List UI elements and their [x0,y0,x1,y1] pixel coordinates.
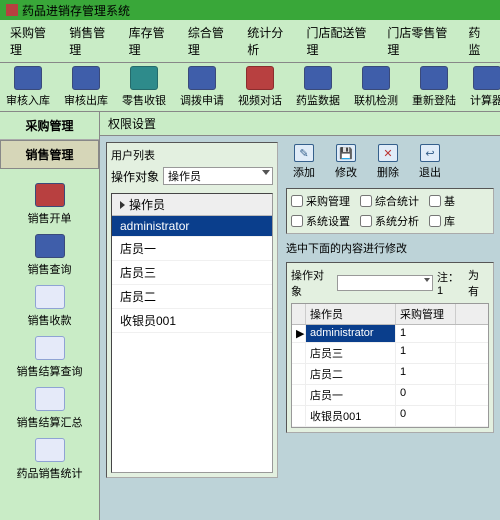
chk-stats[interactable]: 综合统计 [360,193,419,209]
grid-row[interactable]: 收银员0010 [292,406,488,427]
data-icon [304,66,332,90]
side-sales-order[interactable]: 销售开单 [4,183,95,226]
user-list-group: 用户列表 操作对象 操作员 操作员 administrator 店员一 店员三 … [106,142,278,478]
tb-online[interactable]: 联机检测 [354,66,398,108]
user-list[interactable]: 操作员 administrator 店员一 店员三 店员二 收银员001 [111,193,273,473]
menu-inventory[interactable]: 库存管理 [123,22,178,60]
chk-base[interactable]: 基 [429,193,455,209]
user-row-3[interactable]: 店员二 [112,285,272,309]
tb-video[interactable]: 视频对话 [238,66,282,108]
right-panel: ✎添加 💾修改 ✕删除 ↩退出 采购管理 综合统计 基 系统设置 系统分析 库 … [286,142,494,478]
menu-general[interactable]: 综合管理 [182,22,237,60]
menu-stats[interactable]: 统计分析 [241,22,296,60]
save-icon: 💾 [336,144,356,162]
grid-row[interactable]: ▶administrator1 [292,325,488,343]
grid-row[interactable]: 店员二1 [292,364,488,385]
user-row-1[interactable]: 店员一 [112,237,272,261]
chevron-down-icon [424,278,430,282]
panel-title: 权限设置 [100,112,500,136]
action-bar: ✎添加 💾修改 ✕删除 ↩退出 [286,142,494,182]
menu-sales[interactable]: 销售管理 [63,22,118,60]
doc-red-icon [35,183,65,207]
grid-col-operator: 操作员 [306,304,396,324]
perm-grid[interactable]: 操作员 采购管理 ▶administrator1 店员三1 店员二1 店员一0 … [291,303,489,428]
tb-calc[interactable]: 计算器 [470,66,500,108]
perm-note2-label: 注：1 [437,269,464,297]
menu-bar: 采购管理 销售管理 库存管理 综合管理 统计分析 门店配送管理 门店零售管理 药… [0,20,500,63]
row-indicator-icon [120,201,125,209]
video-icon [246,66,274,90]
title-bar: 药品进销存管理系统 [0,0,500,20]
transfer-icon [188,66,216,90]
chk-settings[interactable]: 系统设置 [291,213,350,229]
grid-row[interactable]: 店员三1 [292,343,488,364]
sidetab-sales[interactable]: 销售管理 [0,140,99,169]
main-area: 采购管理 销售管理 销售开单 销售查询 销售收款 销售结算查询 销售结算汇总 药… [0,112,500,520]
object-dropdown[interactable]: 操作员 [163,167,273,185]
menu-retail[interactable]: 门店零售管理 [381,22,458,60]
tb-audit-in[interactable]: 审核入库 [6,66,50,108]
stats-icon [35,438,65,462]
add-icon: ✎ [294,144,314,162]
box-out-icon [72,66,100,90]
cash-icon [130,66,158,90]
relogin-icon [420,66,448,90]
side-menu: 采购管理 销售管理 销售开单 销售查询 销售收款 销售结算查询 销售结算汇总 药… [0,112,100,520]
edit-button[interactable]: 💾修改 [330,144,362,180]
user-list-title: 用户列表 [111,147,273,163]
sidetab-purchase[interactable]: 采购管理 [0,112,99,140]
object-value: 操作员 [164,171,201,183]
side-sales-receipt[interactable]: 销售收款 [4,285,95,328]
receipt-icon [35,285,65,309]
side-drug-stats[interactable]: 药品销售统计 [4,438,95,481]
side-settle-sum[interactable]: 销售结算汇总 [4,387,95,430]
perm-object-label: 操作对象 [291,267,333,299]
tb-data[interactable]: 药监数据 [296,66,340,108]
tb-audit-out[interactable]: 审核出库 [64,66,108,108]
menu-delivery[interactable]: 门店配送管理 [300,22,377,60]
list-icon [35,336,65,360]
grid-row[interactable]: 店员一0 [292,385,488,406]
side-sales-query[interactable]: 销售查询 [4,234,95,277]
chk-analysis[interactable]: 系统分析 [360,213,419,229]
exit-icon: ↩ [420,144,440,162]
perm-object-dropdown[interactable] [337,275,433,291]
delete-button[interactable]: ✕删除 [372,144,404,180]
chevron-down-icon [262,170,270,175]
side-settle-query[interactable]: 销售结算查询 [4,336,95,379]
user-row-4[interactable]: 收银员001 [112,309,272,333]
toolbar: 审核入库 审核出库 零售收银 调拨申请 视频对话 药监数据 联机检测 重新登陆 … [0,63,500,112]
perm-table-group: 操作对象 注：1 为有 操作员 采购管理 ▶administrator1 店员三… [286,262,494,433]
perm-note2-value: 为有 [468,267,489,299]
tb-relogin[interactable]: 重新登陆 [412,66,456,108]
app-title: 药品进销存管理系统 [22,2,130,19]
grid-header: 操作员 采购管理 [292,304,488,325]
content-panel: 权限设置 用户列表 操作对象 操作员 操作员 administrator 店员一… [100,112,500,520]
chk-inv[interactable]: 库 [429,213,455,229]
tb-transfer[interactable]: 调拨申请 [180,66,224,108]
add-button[interactable]: ✎添加 [288,144,320,180]
network-icon [362,66,390,90]
user-row-admin[interactable]: administrator [112,216,272,237]
sum-icon [35,387,65,411]
chk-purchase[interactable]: 采购管理 [291,193,350,209]
app-icon [6,4,18,16]
exit-button[interactable]: ↩退出 [414,144,446,180]
calculator-icon [473,66,500,90]
user-row-2[interactable]: 店员三 [112,261,272,285]
userlist-header: 操作员 [129,198,165,212]
perm-note: 选中下面的内容进行修改 [286,240,494,256]
delete-icon: ✕ [378,144,398,162]
menu-supervision[interactable]: 药监 [462,22,496,60]
search-icon [35,234,65,258]
permission-checks: 采购管理 综合统计 基 系统设置 系统分析 库 [286,188,494,234]
box-in-icon [14,66,42,90]
tb-cash[interactable]: 零售收银 [122,66,166,108]
menu-purchase[interactable]: 采购管理 [4,22,59,60]
object-label: 操作对象 [111,168,159,185]
grid-col-perm: 采购管理 [396,304,456,324]
